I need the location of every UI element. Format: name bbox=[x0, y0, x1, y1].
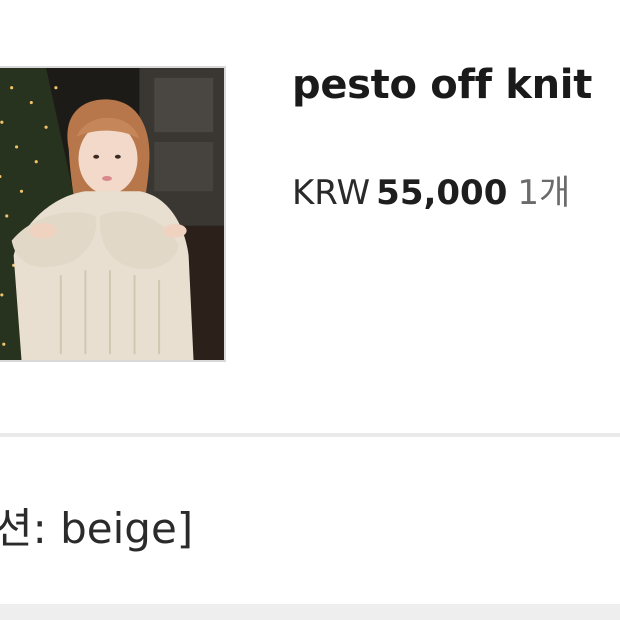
price-currency: KRW bbox=[292, 173, 371, 213]
price-row: KRW 55,000 1개 bbox=[292, 165, 570, 214]
product-photo bbox=[0, 68, 224, 360]
section-divider bbox=[0, 433, 620, 437]
bottom-separator bbox=[0, 604, 620, 620]
product-thumbnail[interactable] bbox=[0, 66, 226, 362]
price-amount: 55,000 bbox=[376, 173, 508, 213]
selected-option: 션: beige] bbox=[0, 504, 194, 553]
product-name[interactable]: pesto off knit bbox=[292, 62, 592, 108]
quantity-label: 1개 bbox=[517, 173, 571, 213]
order-item-card: pesto off knit KRW 55,000 1개 션: beige] bbox=[0, 0, 620, 620]
